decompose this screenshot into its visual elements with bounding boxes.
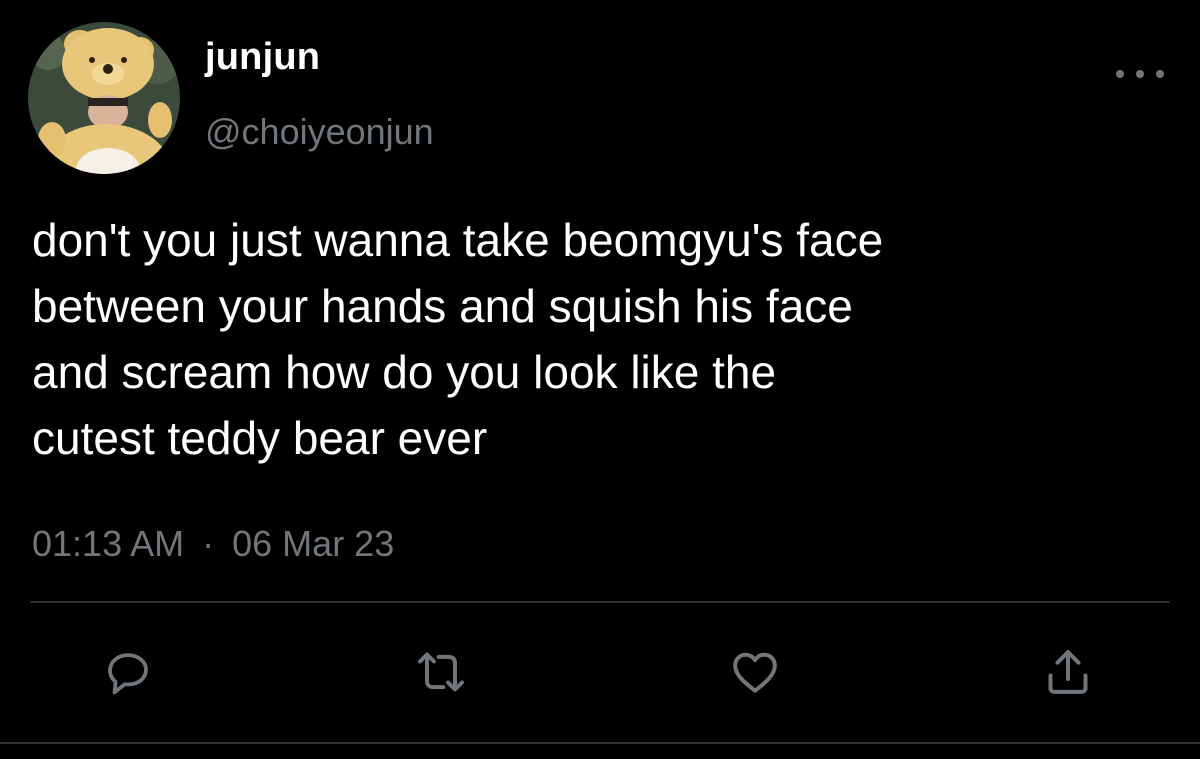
tweet-card: junjun @choiyeonjun don't you just wanna…: [0, 0, 1200, 759]
like-button[interactable]: [725, 642, 785, 702]
user-handle[interactable]: @choiyeonjun: [205, 114, 434, 150]
share-icon: [1048, 650, 1088, 694]
tweet-text: don't you just wanna take beomgyu's face…: [32, 214, 884, 464]
divider: [30, 601, 1170, 603]
tweet-time[interactable]: 01:13 AM: [32, 523, 184, 564]
divider-bottom: [0, 742, 1200, 744]
retweet-icon: [418, 652, 464, 692]
more-dot: [1136, 70, 1144, 78]
like-icon: [733, 652, 777, 693]
display-name[interactable]: junjun: [205, 38, 320, 76]
more-dot: [1116, 70, 1124, 78]
avatar-image: [28, 22, 180, 174]
tweet-meta: 01:13 AM · 06 Mar 23: [32, 526, 394, 562]
share-button[interactable]: [1038, 642, 1098, 702]
more-dot: [1156, 70, 1164, 78]
meta-separator: ·: [202, 523, 215, 564]
retweet-button[interactable]: [411, 642, 471, 702]
reply-icon: [108, 653, 148, 695]
avatar[interactable]: [28, 22, 180, 174]
reply-button[interactable]: [98, 642, 158, 702]
tweet-date[interactable]: 06 Mar 23: [232, 523, 394, 564]
more-options-icon[interactable]: [1116, 63, 1164, 85]
